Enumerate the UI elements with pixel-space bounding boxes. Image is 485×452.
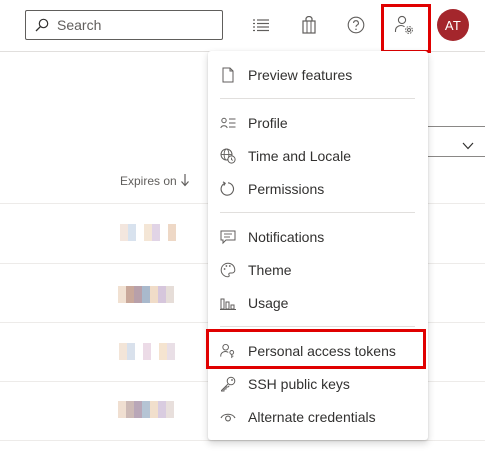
marketplace-bag-icon[interactable] bbox=[298, 14, 320, 36]
help-icon[interactable] bbox=[345, 14, 367, 36]
avatar[interactable]: AT bbox=[437, 9, 469, 41]
search-icon bbox=[35, 18, 49, 32]
menu-divider bbox=[220, 212, 415, 213]
palette-icon bbox=[220, 262, 236, 278]
menu-divider bbox=[220, 98, 415, 99]
personal-access-tokens-highlight bbox=[206, 329, 426, 369]
menu-item-label: Time and Locale bbox=[248, 148, 351, 164]
task-list-icon[interactable] bbox=[250, 14, 272, 36]
document-icon bbox=[220, 67, 236, 83]
search-input[interactable] bbox=[57, 15, 217, 35]
menu-divider bbox=[220, 326, 415, 327]
globe-clock-icon bbox=[220, 148, 236, 164]
contact-card-icon bbox=[220, 115, 236, 131]
menu-item-alternate-credentials[interactable]: Alternate credentials bbox=[208, 401, 428, 433]
menu-item-label: Permissions bbox=[248, 181, 325, 197]
search-box[interactable] bbox=[25, 10, 223, 40]
user-settings-page: AT Expires on bbox=[0, 0, 485, 452]
menu-item-label: Theme bbox=[248, 262, 292, 278]
eye-icon bbox=[220, 409, 236, 425]
menu-item-profile[interactable]: Profile bbox=[208, 107, 428, 139]
menu-item-label: Usage bbox=[248, 295, 289, 311]
top-bar: AT bbox=[0, 0, 485, 53]
expires-on-column-header[interactable]: Expires on bbox=[120, 174, 177, 188]
menu-item-usage[interactable]: Usage bbox=[208, 287, 428, 319]
user-settings-icon[interactable] bbox=[393, 14, 415, 36]
user-settings-menu: Preview features Profile Time and Locale… bbox=[208, 51, 428, 440]
redacted-expiry-date bbox=[118, 401, 174, 418]
menu-item-label: Notifications bbox=[248, 229, 325, 245]
menu-item-ssh-public-keys[interactable]: SSH public keys bbox=[208, 368, 428, 400]
table-row-divider bbox=[0, 440, 485, 441]
menu-item-label: SSH public keys bbox=[248, 376, 350, 392]
redacted-expiry-date bbox=[119, 343, 175, 360]
refresh-circle-icon bbox=[220, 181, 236, 197]
redacted-expiry-date bbox=[118, 286, 174, 303]
filter-dropdown[interactable] bbox=[420, 126, 485, 157]
menu-item-notifications[interactable]: Notifications bbox=[208, 221, 428, 253]
menu-item-permissions[interactable]: Permissions bbox=[208, 173, 428, 205]
menu-item-label: Profile bbox=[248, 115, 288, 131]
sort-descending-icon[interactable] bbox=[180, 173, 190, 187]
key-icon bbox=[220, 376, 236, 392]
chevron-down-icon bbox=[462, 137, 474, 150]
menu-item-label: Alternate credentials bbox=[248, 409, 376, 425]
chat-bubble-icon bbox=[220, 229, 236, 245]
menu-item-preview-features[interactable]: Preview features bbox=[208, 59, 428, 91]
bar-chart-icon bbox=[220, 295, 236, 311]
menu-item-theme[interactable]: Theme bbox=[208, 254, 428, 286]
redacted-expiry-date bbox=[120, 224, 176, 241]
menu-item-label: Preview features bbox=[248, 67, 353, 83]
menu-item-time-and-locale[interactable]: Time and Locale bbox=[208, 140, 428, 172]
